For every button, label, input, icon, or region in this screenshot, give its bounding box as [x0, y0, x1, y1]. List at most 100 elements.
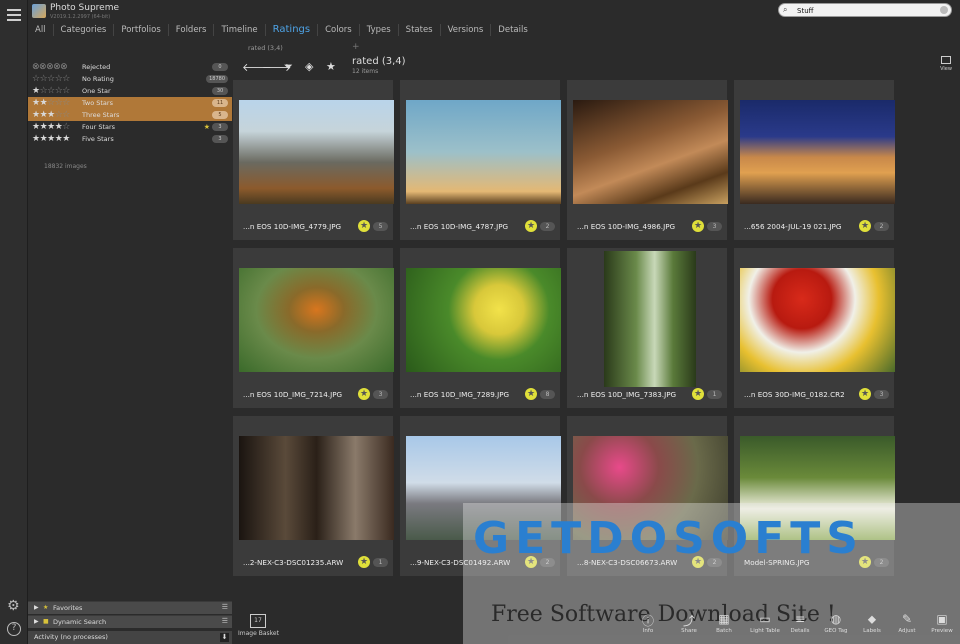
star-icon[interactable]: ★ — [525, 220, 537, 232]
star-icon[interactable]: ★ — [692, 388, 704, 400]
rating-count-badge: 18780 — [206, 75, 228, 83]
adjust-button[interactable]: ✎ Adjust — [889, 612, 925, 634]
rating-row-five-stars[interactable]: ★★★★★ Five Stars 3 — [28, 133, 232, 145]
star-icon[interactable]: ★ — [859, 220, 871, 232]
batch-button[interactable]: ▦ Batch — [706, 612, 742, 634]
rating-row-rejected[interactable]: ⊗⊗⊗⊗⊗ Rejected 0 — [28, 61, 232, 73]
file-name: ...n EOS 30D-IMG_0182.CR2 — [744, 390, 845, 399]
view-button[interactable]: View — [938, 56, 954, 72]
activity-bar: Activity (no processes) ⬇ — [28, 631, 232, 644]
search-icon[interactable]: ⌕ — [783, 5, 787, 15]
star-icon[interactable]: ★ — [358, 220, 370, 232]
tab-folders[interactable]: Folders — [169, 24, 215, 36]
item-count: 12 items — [352, 68, 379, 75]
photo-tile[interactable]: ...n EOS 10D_IMG_7214.JPG ★ 3 — [233, 248, 394, 408]
tab-categories[interactable]: Categories — [54, 24, 115, 36]
tab-details[interactable]: Details — [491, 24, 534, 36]
tab-ratings[interactable]: Ratings — [266, 24, 319, 36]
star-icon[interactable]: ★ — [525, 388, 537, 400]
star-filter-icon[interactable]: ★ — [326, 60, 336, 73]
photo-tile[interactable]: ...2-NEX-C3-DSC01235.ARW ★ 1 — [233, 416, 394, 576]
file-name: ...n EOS 10D_IMG_7383.JPG — [577, 390, 677, 399]
favorites-panel[interactable]: ▶ ★ Favorites ☰ — [28, 601, 232, 614]
content-title: rated (3,4) — [352, 56, 406, 67]
star-icon[interactable]: ★ — [692, 220, 704, 232]
tab-all[interactable]: All — [28, 24, 54, 36]
file-name: ...n EOS 10D-IMG_4779.JPG — [243, 222, 342, 231]
image-basket[interactable]: 17 Image Basket — [238, 614, 279, 637]
photo-tile[interactable]: ...n EOS 30D-IMG_0182.CR2 ★ 3 — [734, 248, 895, 408]
labels-button[interactable]: ⬥ Labels — [854, 612, 890, 634]
expand-arrow-icon[interactable]: ▶ — [34, 604, 39, 611]
share-button[interactable]: ⤴ Share — [671, 612, 707, 634]
photo-tile[interactable]: ...n EOS 10D_IMG_7383.JPG ★ 1 — [567, 248, 727, 408]
tab-colors[interactable]: Colors — [318, 24, 360, 36]
search-box[interactable]: ⌕ — [778, 3, 952, 17]
panel-menu-icon[interactable]: ☰ — [222, 617, 228, 625]
layers-icon[interactable]: ◈ — [305, 60, 313, 73]
photo-thumbnail[interactable] — [604, 251, 696, 387]
photo-thumbnail[interactable] — [406, 100, 561, 204]
photo-tile[interactable]: ...656 2004-JUL-19 021.JPG ★ 2 — [734, 80, 895, 240]
photo-thumbnail[interactable] — [406, 268, 561, 372]
rating-count: 3 — [874, 390, 889, 399]
clear-search-icon[interactable] — [940, 6, 948, 14]
tag-icon: ⬥ — [867, 612, 877, 626]
filter-icon[interactable]: ⏷ — [284, 60, 293, 74]
search-input[interactable] — [797, 5, 937, 16]
photo-thumbnail[interactable] — [573, 100, 728, 204]
share-icon: ⤴ — [682, 614, 695, 628]
file-name: ...n EOS 10D-IMG_4986.JPG — [577, 222, 676, 231]
photo-thumbnail[interactable] — [239, 100, 394, 204]
rating-count-badge: 5 — [212, 111, 228, 119]
expand-arrow-icon[interactable]: ▶ — [34, 618, 39, 625]
photo-thumbnail[interactable] — [740, 268, 895, 372]
rating-row-two-stars[interactable]: ★★☆☆☆ Two Stars 11 — [28, 97, 232, 109]
rating-count-badge: 0 — [212, 63, 228, 71]
hamburger-menu-icon[interactable] — [7, 9, 21, 24]
preview-button[interactable]: ▣ Preview — [924, 612, 960, 634]
file-name: ...n EOS 10D_IMG_7289.JPG — [410, 390, 510, 399]
rating-row-three-stars[interactable]: ★★★☆☆ Three Stars 5 — [28, 109, 232, 121]
dynamic-search-label: Dynamic Search — [53, 618, 107, 626]
info-icon: ⓘ — [641, 614, 654, 628]
watermark-logo: GETDOSOFTS — [473, 513, 864, 564]
geo-tag-button[interactable]: ◍ GEO Tag — [818, 612, 854, 634]
photo-caption: ...n EOS 10D_IMG_7383.JPG ★ 1 — [567, 387, 727, 403]
rating-row-four-stars[interactable]: ★★★★☆ Four Stars ★ 3 — [28, 121, 232, 133]
star-rating-icon: ★☆☆☆☆ — [32, 86, 70, 96]
tab-portfolios[interactable]: Portfolios — [114, 24, 169, 36]
photo-thumbnail[interactable] — [239, 436, 394, 540]
star-icon[interactable]: ★ — [358, 388, 370, 400]
help-icon[interactable]: ? — [7, 622, 21, 636]
photo-supreme-window: ⚙ ? Photo Supreme V2019.1.2.2997 (64-bit… — [0, 0, 960, 644]
star-icon: ★ — [43, 604, 49, 611]
star-icon[interactable]: ★ — [859, 388, 871, 400]
photo-tile[interactable]: ...n EOS 10D_IMG_7289.JPG ★ 8 — [400, 248, 561, 408]
file-name: ...n EOS 10D_IMG_7214.JPG — [243, 390, 343, 399]
dynamic-search-panel[interactable]: ▶ ■ Dynamic Search ☰ — [28, 615, 232, 628]
download-icon[interactable]: ⬇ — [220, 633, 229, 642]
photo-tile[interactable]: ...n EOS 10D-IMG_4986.JPG ★ 3 — [567, 80, 728, 240]
gear-icon[interactable]: ⚙ — [7, 599, 20, 613]
details-button[interactable]: ≡ Details — [782, 612, 818, 634]
rating-row-one-star[interactable]: ★☆☆☆☆ One Star 30 — [28, 85, 232, 97]
star-icon[interactable]: ★ — [358, 556, 370, 568]
light-table-button[interactable]: ▭ Light Table — [747, 612, 783, 634]
tab-types[interactable]: Types — [360, 24, 399, 36]
rating-row-no-rating[interactable]: ☆☆☆☆☆ No Rating 18780 — [28, 73, 232, 85]
add-tab-icon[interactable]: + — [352, 42, 360, 52]
photo-tile[interactable]: ...n EOS 10D-IMG_4787.JPG ★ 2 — [400, 80, 561, 240]
photo-thumbnail[interactable] — [740, 100, 895, 204]
panel-menu-icon[interactable]: ☰ — [222, 603, 228, 611]
info-button[interactable]: ⓘ Info — [630, 612, 666, 634]
tab-states[interactable]: States — [399, 24, 441, 36]
star-rating-icon: ★★★★☆ — [32, 122, 70, 132]
tab-versions[interactable]: Versions — [441, 24, 492, 36]
activity-label: Activity (no processes) — [34, 633, 108, 641]
breadcrumb[interactable]: rated (3,4) — [248, 44, 283, 52]
photo-tile[interactable]: ...n EOS 10D-IMG_4779.JPG ★ 5 — [233, 80, 394, 240]
photo-thumbnail[interactable] — [239, 268, 394, 372]
star-rating-icon: ★★★★★ — [32, 134, 70, 144]
tab-timeline[interactable]: Timeline — [214, 24, 266, 36]
